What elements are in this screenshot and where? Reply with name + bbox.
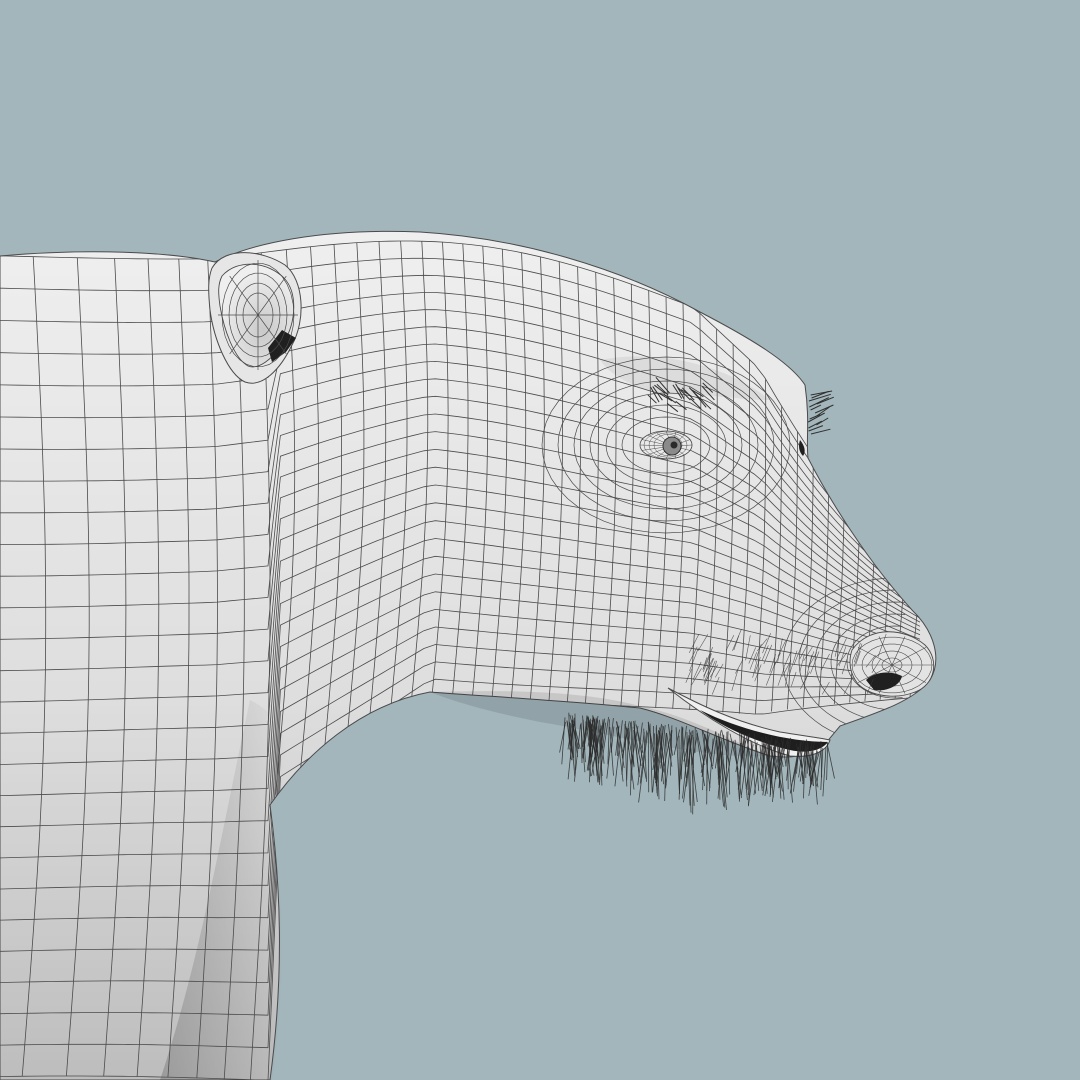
eye xyxy=(639,430,693,460)
bear-render xyxy=(0,0,1080,1080)
render-viewport xyxy=(0,0,1080,1080)
